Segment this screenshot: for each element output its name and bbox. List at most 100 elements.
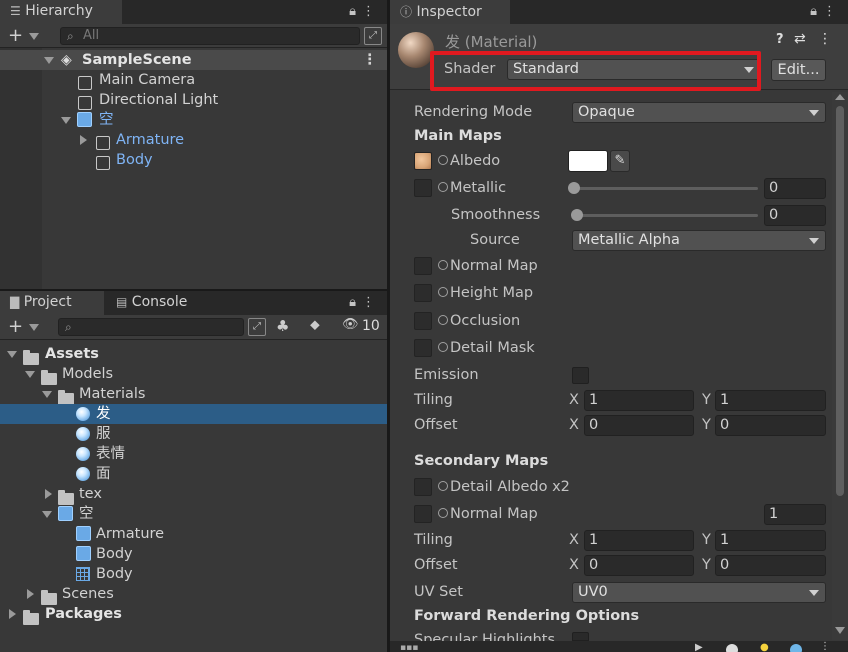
specular-highlights-checkbox[interactable] (572, 632, 589, 641)
tab-inspector[interactable]: ⓘ Inspector (390, 0, 510, 24)
project-item-materials[interactable]: Materials (0, 384, 387, 405)
chevron-down-icon[interactable] (7, 351, 17, 358)
secondary-tiling-x-field[interactable]: 1 (584, 530, 694, 551)
more-icon[interactable]: ⋮ (362, 4, 381, 19)
chevron-down-icon[interactable] (44, 57, 54, 64)
project-item-biaoqing-material[interactable]: 表情 (0, 444, 387, 464)
hidden-packages-icon[interactable]: 👁︎ (342, 317, 359, 332)
main-offset-y-field[interactable]: 0 (715, 415, 826, 436)
preset-icon[interactable]: ⇄ (794, 31, 806, 47)
secondary-offset-y-field[interactable]: 0 (715, 555, 826, 576)
hierarchy-scene-row[interactable]: ◈ SampleScene ⋮ (0, 50, 387, 70)
preview-more-icon[interactable]: ⋮ (820, 641, 830, 652)
scroll-down-icon[interactable] (835, 627, 845, 634)
chevron-down-icon[interactable] (29, 33, 39, 40)
emission-checkbox[interactable] (572, 367, 589, 384)
more-icon[interactable]: ⋮ (818, 31, 832, 47)
object-picker-icon[interactable] (438, 287, 448, 297)
label-filter-icon[interactable]: ⬥ (310, 317, 320, 333)
chevron-right-icon[interactable] (9, 609, 16, 619)
hierarchy-item-kong[interactable]: 空 (0, 110, 387, 130)
object-picker-icon[interactable] (438, 182, 448, 192)
project-item-packages[interactable]: Packages (0, 604, 387, 625)
object-picker-icon[interactable] (438, 342, 448, 352)
chevron-down-icon[interactable] (61, 117, 71, 124)
project-item-models[interactable]: Models (0, 364, 387, 385)
hierarchy-item-body[interactable]: Body (0, 150, 387, 170)
detail-albedo-slot[interactable] (414, 478, 432, 496)
project-item-mian-material[interactable]: 面 (0, 464, 387, 484)
metallic-slider-knob[interactable] (568, 182, 580, 194)
project-item-body-prefab[interactable]: Body (0, 544, 387, 564)
chevron-down-icon[interactable] (42, 511, 52, 518)
object-picker-icon[interactable] (438, 315, 448, 325)
albedo-texture-slot[interactable] (414, 152, 432, 170)
chevron-right-icon[interactable] (45, 489, 52, 499)
chevron-right-icon[interactable] (80, 135, 87, 145)
smoothness-value-field[interactable]: 0 (764, 205, 826, 226)
albedo-color-swatch[interactable] (568, 150, 608, 172)
hierarchy-item-main-camera[interactable]: Main Camera (0, 70, 387, 90)
tab-console[interactable]: ▤ Console (106, 291, 216, 315)
tab-project[interactable]: ▇ Project (0, 291, 104, 315)
chevron-down-icon[interactable] (29, 324, 39, 331)
hierarchy-item-directional-light[interactable]: Directional Light (0, 90, 387, 110)
smoothness-slider-track[interactable] (576, 214, 758, 217)
secondary-normal-map-slot[interactable] (414, 505, 432, 523)
project-item-assets[interactable]: Assets (0, 344, 387, 365)
preview-light-icon[interactable]: ● (760, 642, 769, 652)
add-button[interactable]: + (8, 316, 23, 337)
metallic-value-field[interactable]: 0 (764, 178, 826, 199)
main-tiling-x-field[interactable]: 1 (584, 390, 694, 411)
metallic-texture-slot[interactable] (414, 179, 432, 197)
add-button[interactable]: + (8, 25, 23, 46)
object-picker-icon[interactable] (438, 260, 448, 270)
project-item-scenes[interactable]: Scenes (0, 584, 387, 605)
inspector-scrollbar-thumb[interactable] (836, 106, 844, 496)
more-icon[interactable]: ⋮ (362, 295, 381, 310)
secondary-tiling-y-field[interactable]: 1 (715, 530, 826, 551)
project-item-fa-material[interactable]: 发 (0, 404, 387, 424)
object-picker-icon[interactable] (438, 155, 448, 165)
search-options-icon[interactable]: ⤢ (248, 318, 266, 336)
preview-play-icon[interactable]: ▶ (695, 642, 703, 652)
uv-set-dropdown[interactable]: UV0 (572, 582, 826, 603)
scroll-up-icon[interactable] (835, 94, 845, 100)
search-options-icon[interactable]: ⤢ (364, 27, 382, 45)
height-map-slot[interactable] (414, 284, 432, 302)
detail-mask-slot[interactable] (414, 339, 432, 357)
secondary-offset-x-field[interactable]: 0 (584, 555, 694, 576)
preview-sphere-icon[interactable] (726, 644, 738, 652)
tab-hierarchy[interactable]: ☰ Hierarchy (0, 0, 122, 24)
project-item-fu-material[interactable]: 服 (0, 424, 387, 444)
eyedropper-icon[interactable]: ✎ (610, 150, 630, 172)
lock-icon[interactable]: 🔒︎ (810, 4, 823, 19)
occlusion-slot[interactable] (414, 312, 432, 330)
hierarchy-search-input[interactable]: ⌕ All (60, 27, 360, 45)
project-item-kong-model[interactable]: 空 (0, 504, 387, 524)
project-item-body-mesh[interactable]: Body (0, 564, 387, 584)
type-filter-icon[interactable]: ♣ (276, 317, 289, 335)
chevron-down-icon[interactable] (42, 391, 52, 398)
normal-map-slot[interactable] (414, 257, 432, 275)
object-picker-icon[interactable] (438, 481, 448, 491)
drag-handle-icon[interactable]: ▪▪▪ (400, 643, 418, 652)
preview-sky-icon[interactable] (790, 644, 802, 652)
hierarchy-item-armature[interactable]: Armature (0, 130, 387, 150)
lock-icon[interactable]: 🔒︎ (349, 4, 362, 19)
project-item-armature[interactable]: Armature (0, 524, 387, 544)
chevron-down-icon[interactable] (25, 371, 35, 378)
project-item-tex[interactable]: tex (0, 484, 387, 505)
project-search-input[interactable]: ⌕ (58, 318, 244, 336)
secondary-normal-scale-field[interactable]: 1 (764, 504, 826, 525)
main-tiling-y-field[interactable]: 1 (715, 390, 826, 411)
more-icon[interactable]: ⋮ (823, 4, 842, 19)
lock-icon[interactable]: 🔒︎ (349, 295, 362, 310)
rendering-mode-dropdown[interactable]: Opaque (572, 102, 826, 123)
smoothness-slider-knob[interactable] (571, 209, 583, 221)
main-offset-x-field[interactable]: 0 (584, 415, 694, 436)
source-dropdown[interactable]: Metallic Alpha (572, 230, 826, 251)
metallic-slider-track[interactable] (574, 187, 758, 190)
chevron-right-icon[interactable] (27, 589, 34, 599)
help-icon[interactable]: ? (776, 32, 784, 47)
